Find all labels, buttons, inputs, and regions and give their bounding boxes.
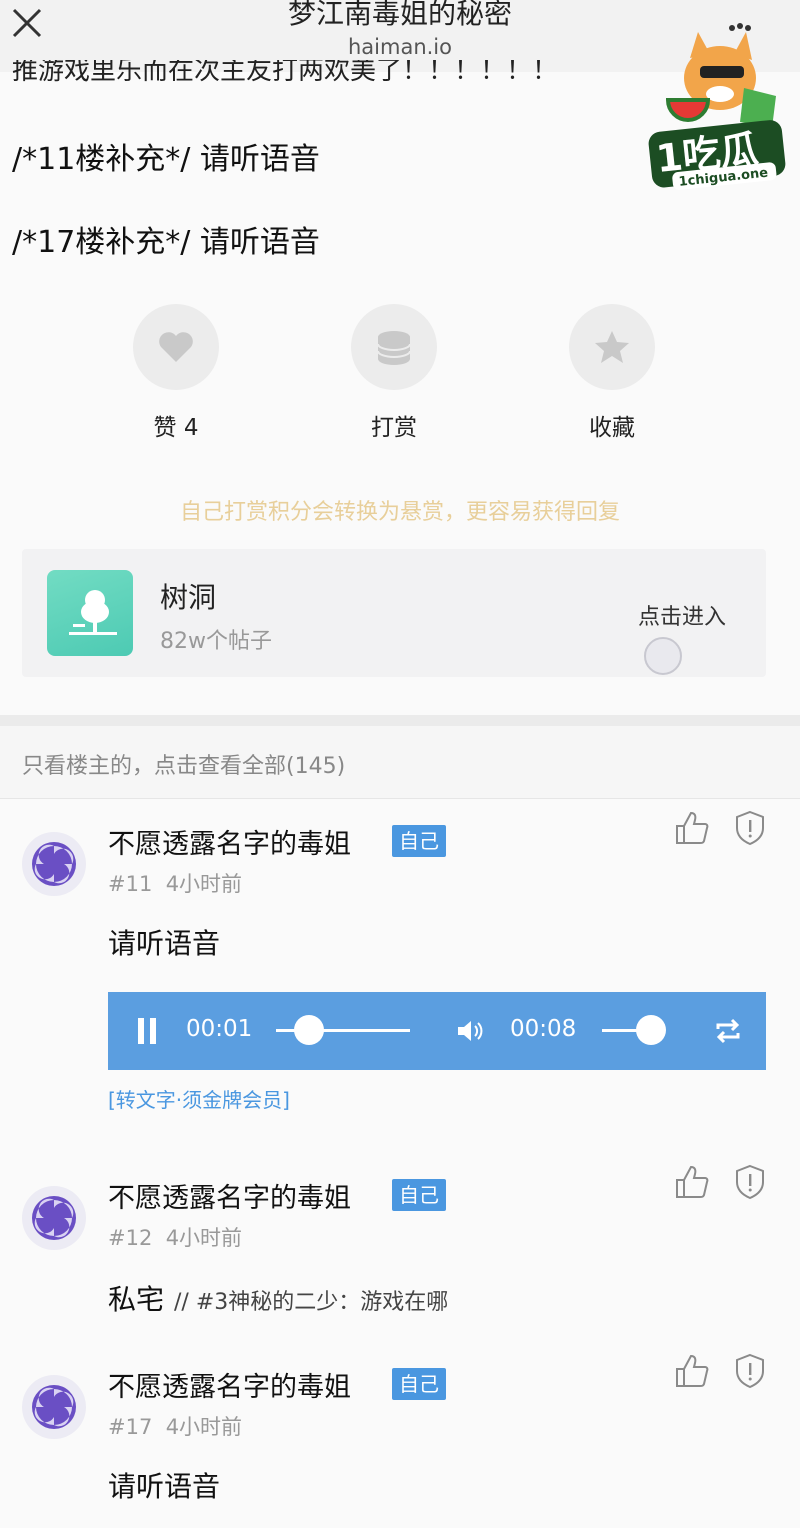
volume-icon[interactable]: [456, 1017, 484, 1045]
self-badge: 自己: [392, 825, 446, 857]
floating-dot-button[interactable]: [644, 637, 682, 675]
like-label: 赞 4: [153, 415, 199, 441]
heart-icon: [159, 332, 193, 362]
favorite-label: 收藏: [589, 415, 635, 441]
post-time: 4小时前: [165, 1226, 243, 1250]
post-content: 私宅 // #3神秘的二少：游戏在哪: [108, 1278, 448, 1318]
report-shield-icon[interactable]: [734, 1353, 766, 1389]
post-floor: #12: [108, 1226, 153, 1250]
star-icon: [595, 331, 629, 363]
forum-icon: [47, 570, 133, 656]
supplement-line-17: /*17楼补充*/ 请听语音: [12, 225, 320, 260]
report-shield-icon[interactable]: [734, 1164, 766, 1200]
post-content-text: 私宅: [108, 1283, 165, 1316]
post-meta: #17 4小时前: [108, 1411, 242, 1441]
favorite-button[interactable]: 收藏: [552, 304, 672, 442]
post-quote: // #3神秘的二少：游戏在哪: [174, 1290, 449, 1315]
self-badge: 自己: [392, 1368, 446, 1400]
coin-stack-icon: [377, 331, 411, 365]
forum-post-count: 82w个帖子: [160, 629, 272, 654]
self-badge: 自己: [392, 1179, 446, 1211]
thumbs-up-icon[interactable]: [674, 810, 710, 846]
transcribe-link[interactable]: [转文字·须金牌会员]: [108, 1084, 290, 1113]
avatar-swirl-icon: [32, 842, 76, 886]
avatar[interactable]: [22, 1375, 86, 1439]
audio-player: 00:01 00:08: [108, 992, 766, 1070]
post-meta: #12 4小时前: [108, 1222, 242, 1252]
loop-icon[interactable]: [712, 1015, 744, 1047]
pause-icon[interactable]: [136, 1018, 158, 1044]
like-button[interactable]: 赞 4: [116, 304, 236, 442]
avatar-swirl-icon: [32, 1385, 76, 1429]
post-username[interactable]: 不愿透露名字的毒姐: [108, 1365, 351, 1404]
post-content: 请听语音: [108, 927, 221, 960]
tip-label: 打赏: [371, 415, 417, 441]
supplement-line-11: /*11楼补充*/ 请听语音: [12, 142, 320, 177]
avatar[interactable]: [22, 832, 86, 896]
post-username[interactable]: 不愿透露名字的毒姐: [108, 1176, 351, 1215]
reward-hint: 自己打赏积分会转换为悬赏，更容易获得回复: [179, 500, 620, 525]
tip-button[interactable]: 打赏: [334, 304, 454, 442]
post-floor: #11: [108, 872, 153, 896]
brand-watermark-logo: 1吃瓜 1chigua.one: [648, 23, 786, 190]
avatar[interactable]: [22, 1186, 86, 1250]
enter-forum-link[interactable]: 点击进入: [638, 599, 726, 631]
post-time: 4小时前: [165, 1415, 243, 1439]
thumbs-up-icon[interactable]: [674, 1164, 710, 1200]
op-filter-text: 只看楼主的，点击查看全部(145): [22, 754, 346, 779]
audio-progress-knob[interactable]: [294, 1015, 324, 1045]
audio-current-time: 00:01: [186, 1016, 253, 1042]
post-content: 请听语音: [108, 1470, 221, 1503]
post-meta: #11 4小时前: [108, 868, 242, 898]
forum-card[interactable]: 树洞 82w个帖子 点击进入: [22, 549, 766, 677]
tree-icon: [69, 590, 117, 635]
op-filter-bar[interactable]: 只看楼主的，点击查看全部(145): [0, 726, 800, 799]
post-floor: #17: [108, 1415, 153, 1439]
avatar-swirl-icon: [32, 1196, 76, 1240]
volume-knob[interactable]: [636, 1015, 666, 1045]
truncated-text-line: 推游戏里乐而在次主友打两欢美了！！！！！！: [12, 60, 559, 86]
post-username[interactable]: 不愿透露名字的毒姐: [108, 822, 351, 861]
section-divider: [0, 715, 800, 726]
report-shield-icon[interactable]: [734, 810, 766, 846]
post-time: 4小时前: [165, 872, 243, 896]
audio-duration: 00:08: [510, 1016, 577, 1042]
forum-name: 树洞: [160, 581, 217, 614]
thumbs-up-icon[interactable]: [674, 1353, 710, 1389]
